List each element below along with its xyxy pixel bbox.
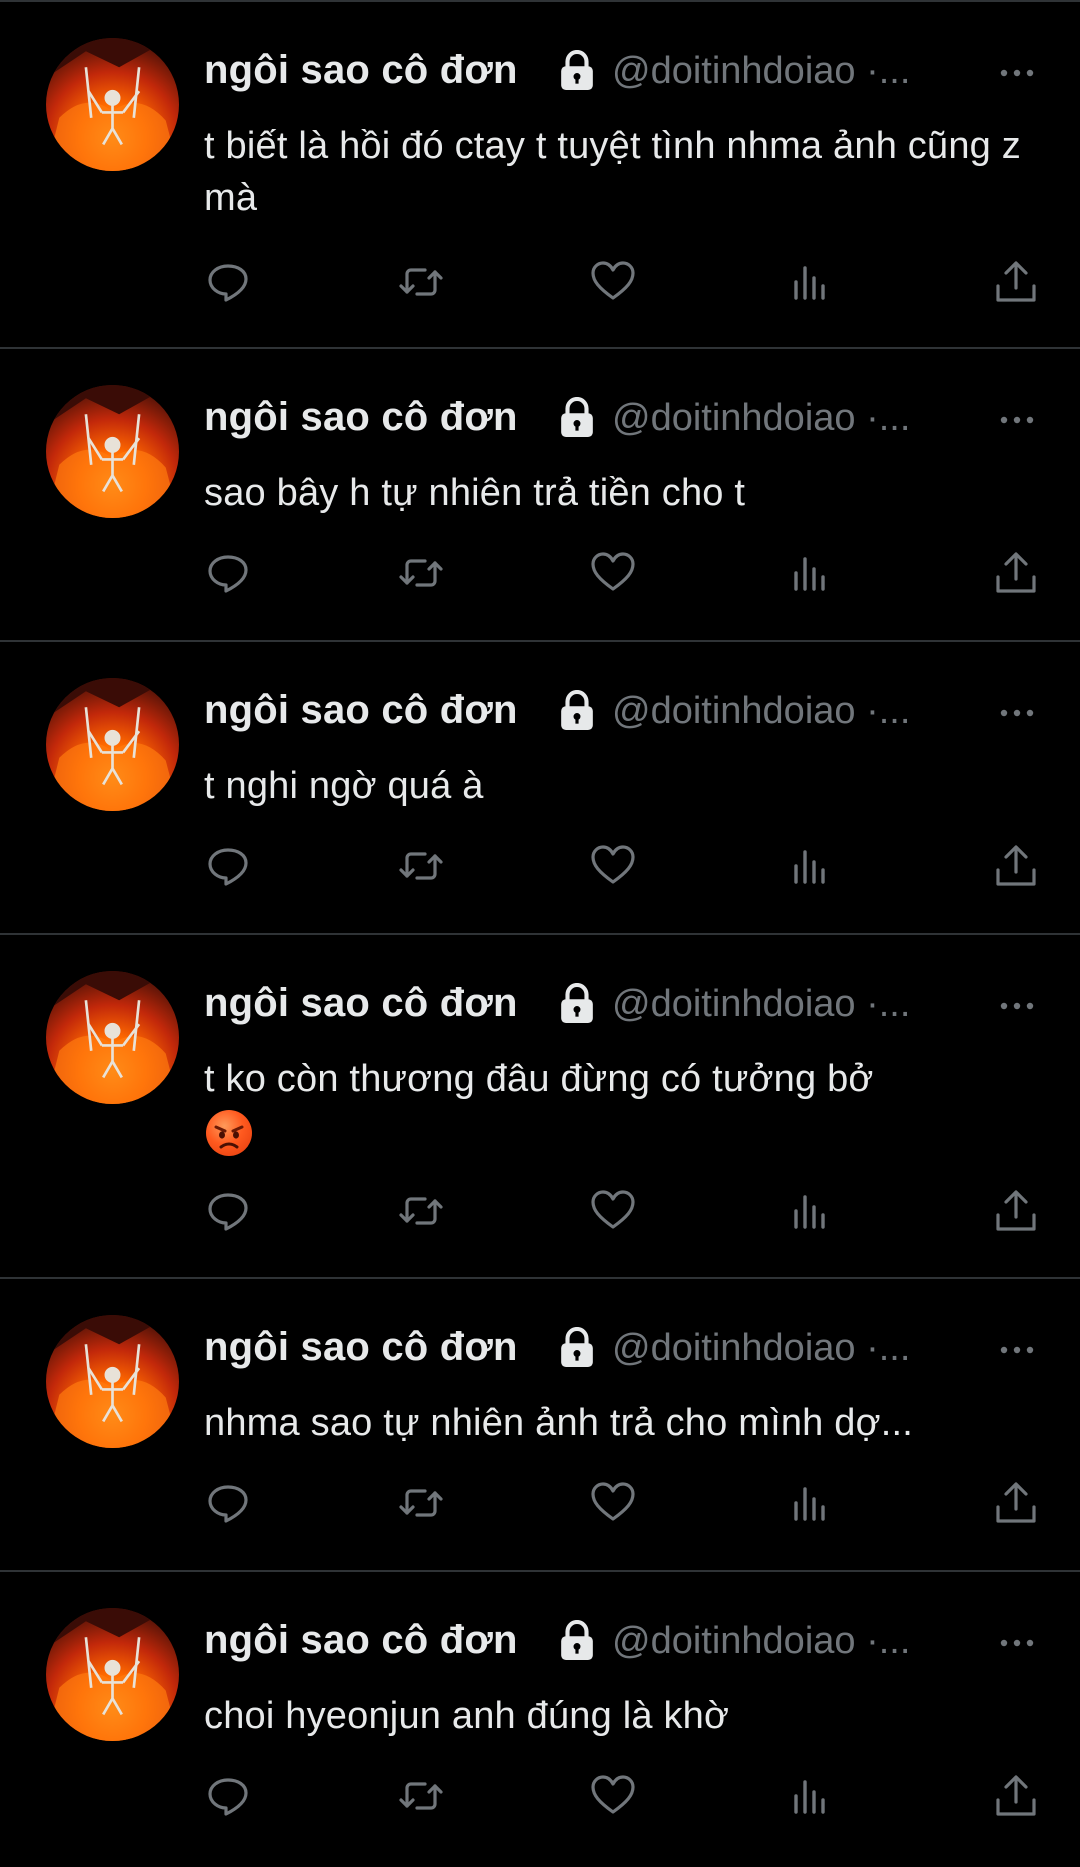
action-bar (204, 842, 1044, 890)
reply-icon[interactable] (204, 258, 252, 306)
reply-icon[interactable] (204, 1479, 252, 1527)
more-icon[interactable] (996, 1335, 1038, 1365)
lock-icon (561, 983, 593, 1023)
tweet[interactable]: ngôi sao cô đơn @doitinhdoiao ·... t biế… (0, 2, 1080, 349)
views-icon[interactable] (786, 1772, 834, 1820)
handle[interactable]: @doitinhdoiao ·... (612, 1620, 946, 1663)
heart-icon[interactable] (589, 258, 637, 306)
tweet-text-content: t ko còn thương đâu đừng có tưởng bở (204, 1058, 874, 1100)
handle[interactable]: @doitinhdoiao ·... (612, 50, 946, 93)
views-icon[interactable] (786, 1479, 834, 1527)
tweet-text: sao bây h tự nhiên trả tiền cho t (204, 472, 746, 514)
more-icon[interactable] (996, 698, 1038, 728)
tweet-feed: ngôi sao cô đơn @doitinhdoiao ·... t biế… (0, 2, 1080, 1867)
share-icon[interactable] (992, 258, 1040, 306)
tweet-text: choi hyeonjun anh đúng là khờ (204, 1695, 730, 1737)
tweet-text: t biết là hồi đó ctay t tuyệt tình nhma … (204, 125, 1021, 219)
heart-icon[interactable] (589, 1187, 637, 1235)
avatar[interactable] (46, 38, 179, 171)
reply-icon[interactable] (204, 1772, 252, 1820)
handle[interactable]: @doitinhdoiao ·... (612, 397, 946, 440)
avatar[interactable] (46, 1315, 179, 1448)
share-icon[interactable] (992, 1772, 1040, 1820)
display-name[interactable]: ngôi sao cô đơn (204, 1618, 518, 1663)
handle[interactable]: @doitinhdoiao ·... (612, 983, 946, 1026)
display-name[interactable]: ngôi sao cô đơn (204, 1325, 518, 1370)
display-name[interactable]: ngôi sao cô đơn (204, 688, 518, 733)
display-name[interactable]: ngôi sao cô đơn (204, 395, 518, 440)
more-icon[interactable] (996, 991, 1038, 1021)
tweet[interactable]: ngôi sao cô đơn @doitinhdoiao ·... t ko … (0, 935, 1080, 1279)
retweet-icon[interactable] (397, 1187, 445, 1235)
views-icon[interactable] (786, 549, 834, 597)
avatar[interactable] (46, 1608, 179, 1741)
more-icon[interactable] (996, 405, 1038, 435)
views-icon[interactable] (786, 258, 834, 306)
handle[interactable]: @doitinhdoiao ·... (612, 690, 946, 733)
views-icon[interactable] (786, 842, 834, 890)
tweet-text: nhma sao tự nhiên ảnh trả cho mình dợ... (204, 1402, 913, 1444)
tweet[interactable]: ngôi sao cô đơn @doitinhdoiao ·... sao b… (0, 349, 1080, 642)
reply-icon[interactable] (204, 549, 252, 597)
more-icon[interactable] (996, 58, 1038, 88)
tweet[interactable]: ngôi sao cô đơn @doitinhdoiao ·... nhma … (0, 1279, 1080, 1572)
share-icon[interactable] (992, 1187, 1040, 1235)
retweet-icon[interactable] (397, 1479, 445, 1527)
avatar[interactable] (46, 385, 179, 518)
share-icon[interactable] (992, 842, 1040, 890)
tweet-text: t nghi ngờ quá à (204, 765, 484, 807)
avatar[interactable] (46, 971, 179, 1104)
action-bar (204, 1772, 1044, 1820)
tweet[interactable]: ngôi sao cô đơn @doitinhdoiao ·... choi … (0, 1572, 1080, 1867)
heart-icon[interactable] (589, 1479, 637, 1527)
action-bar (204, 549, 1044, 597)
reply-icon[interactable] (204, 1187, 252, 1235)
views-icon[interactable] (786, 1187, 834, 1235)
action-bar (204, 1479, 1044, 1527)
share-icon[interactable] (992, 549, 1040, 597)
display-name[interactable]: ngôi sao cô đơn (204, 48, 518, 93)
display-name[interactable]: ngôi sao cô đơn (204, 981, 518, 1026)
angry-face-emoji (206, 1109, 252, 1156)
more-icon[interactable] (996, 1628, 1038, 1658)
heart-icon[interactable] (589, 549, 637, 597)
reply-icon[interactable] (204, 842, 252, 890)
avatar[interactable] (46, 678, 179, 811)
action-bar (204, 258, 1044, 306)
retweet-icon[interactable] (397, 842, 445, 890)
share-icon[interactable] (992, 1479, 1040, 1527)
lock-icon (561, 50, 593, 90)
lock-icon (561, 1327, 593, 1367)
lock-icon (561, 397, 593, 437)
retweet-icon[interactable] (397, 258, 445, 306)
heart-icon[interactable] (589, 1772, 637, 1820)
heart-icon[interactable] (589, 842, 637, 890)
handle[interactable]: @doitinhdoiao ·... (612, 1327, 946, 1370)
tweet[interactable]: ngôi sao cô đơn @doitinhdoiao ·... t ngh… (0, 642, 1080, 935)
retweet-icon[interactable] (397, 549, 445, 597)
action-bar (204, 1187, 1044, 1235)
lock-icon (561, 1620, 593, 1660)
lock-icon (561, 690, 593, 730)
retweet-icon[interactable] (397, 1772, 445, 1820)
tweet-text: t ko còn thương đâu đừng có tưởng bở (204, 1053, 1052, 1157)
